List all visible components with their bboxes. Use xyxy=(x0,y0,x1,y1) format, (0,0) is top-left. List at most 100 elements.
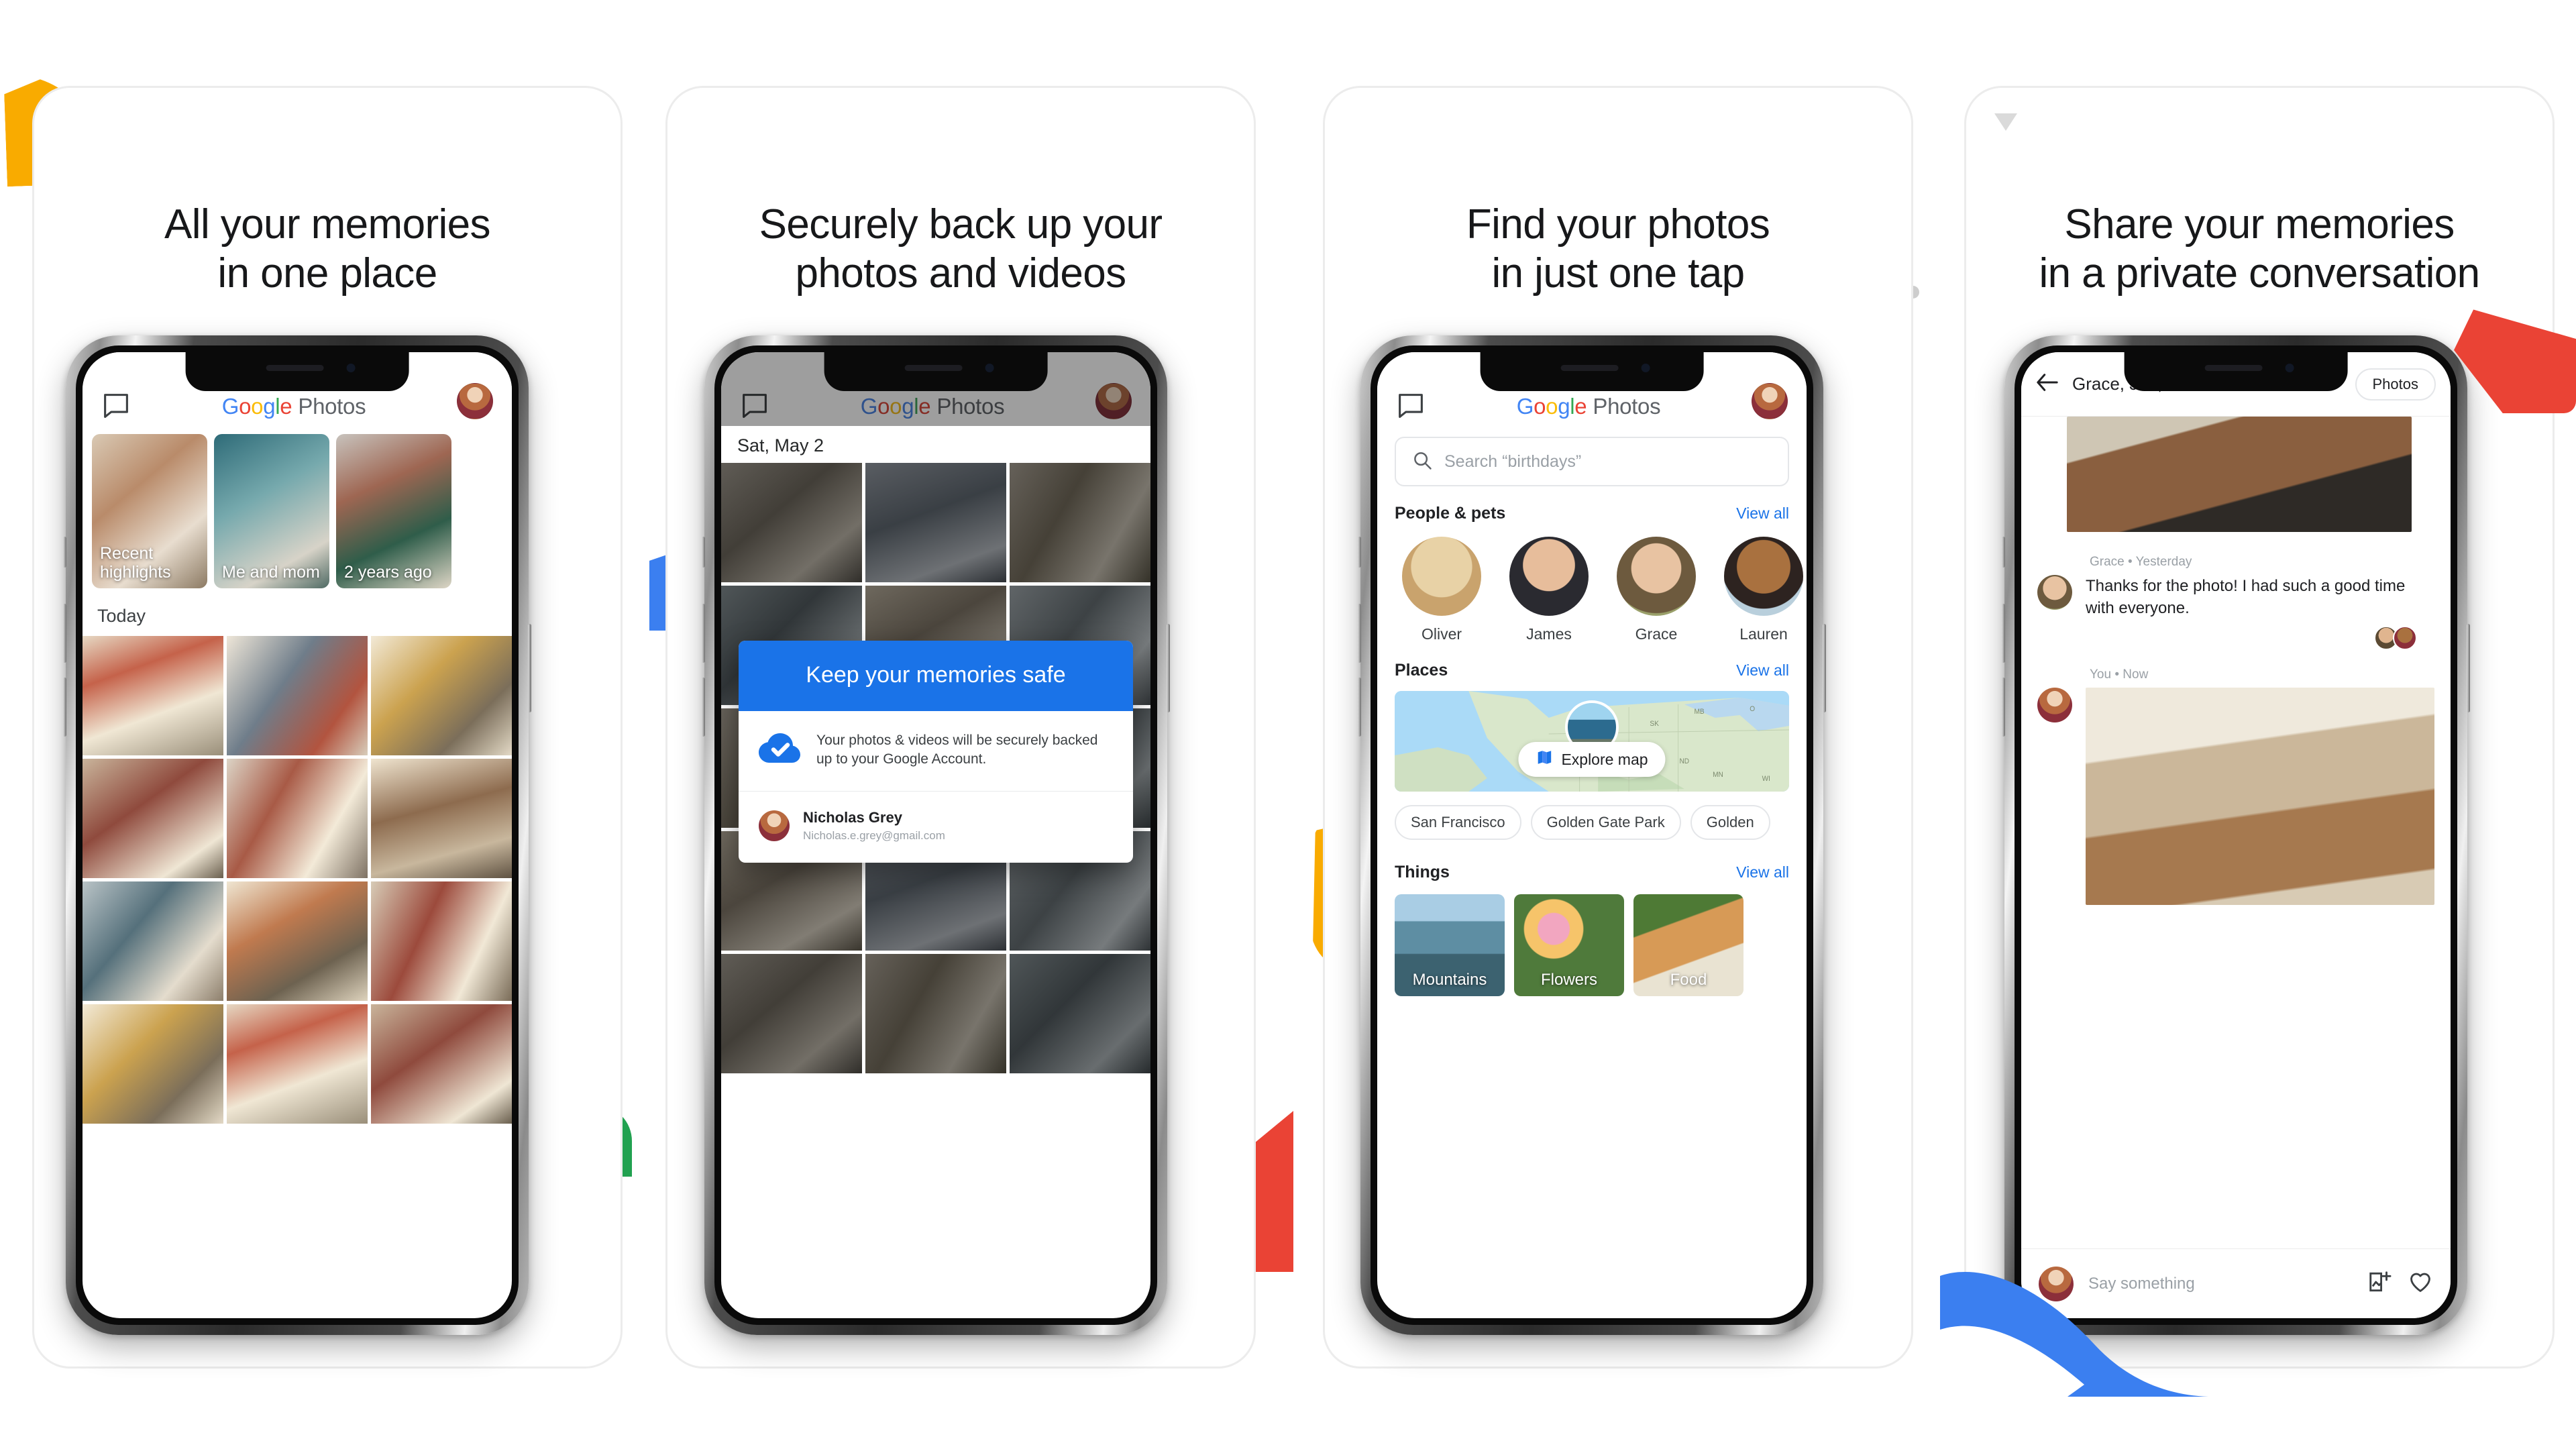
photo-thumbnail[interactable] xyxy=(865,463,1006,582)
highlight-label: 2 years ago xyxy=(344,563,432,582)
photo-thumbnail[interactable] xyxy=(721,463,862,582)
highlight-card[interactable]: Me and mom xyxy=(214,434,329,588)
search-input[interactable]: Search “birthdays” xyxy=(1395,437,1789,486)
headline-line-2: photos and videos xyxy=(795,250,1126,297)
photo-thumbnail[interactable] xyxy=(865,954,1006,1073)
add-photo-icon[interactable] xyxy=(2367,1269,2393,1298)
phone-notch xyxy=(1480,352,1704,391)
brand-photos-text: Photos xyxy=(1593,394,1661,419)
photo-thumbnail[interactable] xyxy=(371,759,512,878)
chat-bubble-icon[interactable] xyxy=(1396,392,1426,419)
dialog-account-row[interactable]: Nicholas Grey Nicholas.e.grey@gmail.com xyxy=(739,792,1133,863)
message-separator: • xyxy=(2114,667,2119,682)
front-camera xyxy=(346,364,356,372)
photo-thumbnail[interactable] xyxy=(227,636,368,755)
photo-thumbnail[interactable] xyxy=(227,881,368,1001)
card-3-headline: Find your photos in just one tap xyxy=(1325,201,1911,298)
earpiece-speaker xyxy=(2204,365,2263,371)
svg-text:MN: MN xyxy=(1713,771,1723,779)
highlight-card[interactable]: 2 years ago xyxy=(336,434,451,588)
person-name: Grace xyxy=(1635,625,1678,643)
photo-thumbnail[interactable] xyxy=(83,881,223,1001)
view-all-link[interactable]: View all xyxy=(1736,504,1789,523)
places-map-card[interactable]: ABSK MBO NDMN WI Explore map xyxy=(1395,691,1789,792)
highlight-card[interactable]: Recent highlights xyxy=(92,434,207,588)
people-carousel[interactable]: Oliver James Grace Lauren xyxy=(1377,523,1807,643)
dialog-body-text: Your photos & videos will be securely ba… xyxy=(816,733,1098,767)
photo-thumbnail[interactable] xyxy=(83,636,223,755)
phone-mockup-4: Grace, Jen, Nick Photos Grace • Yesterda… xyxy=(2002,335,2470,1335)
photo-thumbnail[interactable] xyxy=(83,759,223,878)
user-avatar[interactable] xyxy=(1095,383,1132,419)
front-camera xyxy=(1641,364,1650,372)
view-all-link[interactable]: View all xyxy=(1736,863,1789,881)
search-icon xyxy=(1412,450,1432,474)
photo-thumbnail[interactable] xyxy=(371,1004,512,1124)
card-4-headline: Share your memories in a private convers… xyxy=(1966,201,2553,298)
photo-thumbnail[interactable] xyxy=(1010,954,1150,1073)
phone-notch xyxy=(824,352,1048,391)
person-name: Lauren xyxy=(1739,625,1788,643)
things-carousel[interactable]: Mountains Flowers Food xyxy=(1377,882,1807,996)
message-meta: Grace • Yesterday xyxy=(2090,555,2434,570)
place-chip[interactable]: Golden Gate Park xyxy=(1530,805,1681,840)
photos-filter-button[interactable]: Photos xyxy=(2355,368,2436,400)
message-photo[interactable] xyxy=(2067,417,2412,532)
person-item[interactable]: Grace xyxy=(1609,537,1703,643)
photo-thumbnail[interactable] xyxy=(227,1004,368,1124)
phone-volume-down xyxy=(702,678,705,737)
phone-volume-down xyxy=(63,678,66,737)
thing-card[interactable]: Flowers xyxy=(1514,894,1624,996)
cloud-check-icon xyxy=(759,733,800,767)
google-photos-wordmark: Google Photos xyxy=(860,394,1005,419)
section-title: People & pets xyxy=(1395,504,1506,523)
heart-icon[interactable] xyxy=(2408,1269,2433,1298)
person-item[interactable]: Oliver xyxy=(1395,537,1489,643)
chat-bubble-icon[interactable] xyxy=(740,392,769,419)
photo-thumbnail[interactable] xyxy=(371,636,512,755)
chat-bubble-icon[interactable] xyxy=(101,392,131,419)
person-item[interactable]: James xyxy=(1502,537,1596,643)
thing-card[interactable]: Food xyxy=(1633,894,1743,996)
view-all-link[interactable]: View all xyxy=(1736,661,1789,680)
user-avatar[interactable] xyxy=(1752,383,1788,419)
headline-line-2: in just one tap xyxy=(1491,250,1745,297)
person-photo xyxy=(1402,537,1481,616)
svg-text:MB: MB xyxy=(1695,708,1705,716)
back-arrow-icon[interactable] xyxy=(2036,372,2059,396)
message-row xyxy=(2037,688,2434,906)
thing-card[interactable]: Mountains xyxy=(1395,894,1505,996)
headline-line-2: in a private conversation xyxy=(2039,250,2480,297)
explore-map-label: Explore map xyxy=(1561,750,1648,768)
phone-volume-up xyxy=(1358,604,1361,663)
place-chip[interactable]: San Francisco xyxy=(1395,805,1521,840)
message-photo[interactable] xyxy=(2086,688,2434,906)
person-item[interactable]: Lauren xyxy=(1717,537,1807,643)
account-avatar xyxy=(759,810,790,841)
message-text: Thanks for the photo! I had such a good … xyxy=(2086,577,2406,618)
compose-bar[interactable]: Say something xyxy=(2021,1248,2451,1318)
phone-mockup-3: Google Photos Search “birthdays” People &… xyxy=(1358,335,1826,1335)
explore-map-button[interactable]: Explore map xyxy=(1518,742,1666,777)
photo-thumbnail[interactable] xyxy=(83,1004,223,1124)
account-email: Nicholas.e.grey@gmail.com xyxy=(803,828,945,842)
place-chips[interactable]: San Francisco Golden Gate Park Golden xyxy=(1377,792,1807,840)
photo-thumbnail[interactable] xyxy=(1010,463,1150,582)
message-thread: Grace • Yesterday Thanks for the photo! … xyxy=(2021,532,2451,906)
phone-1-screen: Google Photos Recent highlights Me and mo… xyxy=(83,352,512,1318)
photo-thumbnail[interactable] xyxy=(371,881,512,1001)
place-chip[interactable]: Golden xyxy=(1690,805,1770,840)
photo-thumbnail[interactable] xyxy=(227,759,368,878)
highlights-carousel[interactable]: Recent highlights Me and mom 2 years ago xyxy=(83,426,512,588)
compose-placeholder[interactable]: Say something xyxy=(2088,1275,2353,1293)
photo-grid[interactable] xyxy=(83,636,512,1124)
backup-dialog: Keep your memories safe Your photos & vi… xyxy=(739,641,1133,863)
phone-4-screen: Grace, Jen, Nick Photos Grace • Yesterda… xyxy=(2021,352,2451,1318)
user-avatar[interactable] xyxy=(457,383,493,419)
message-separator: • xyxy=(2128,555,2133,569)
section-header-places: Places View all xyxy=(1377,643,1807,680)
svg-text:O: O xyxy=(1750,705,1755,713)
phone-mockup-1: Google Photos Recent highlights Me and mo… xyxy=(63,335,531,1335)
photo-thumbnail[interactable] xyxy=(721,954,862,1073)
phone-silent-switch xyxy=(702,537,705,568)
